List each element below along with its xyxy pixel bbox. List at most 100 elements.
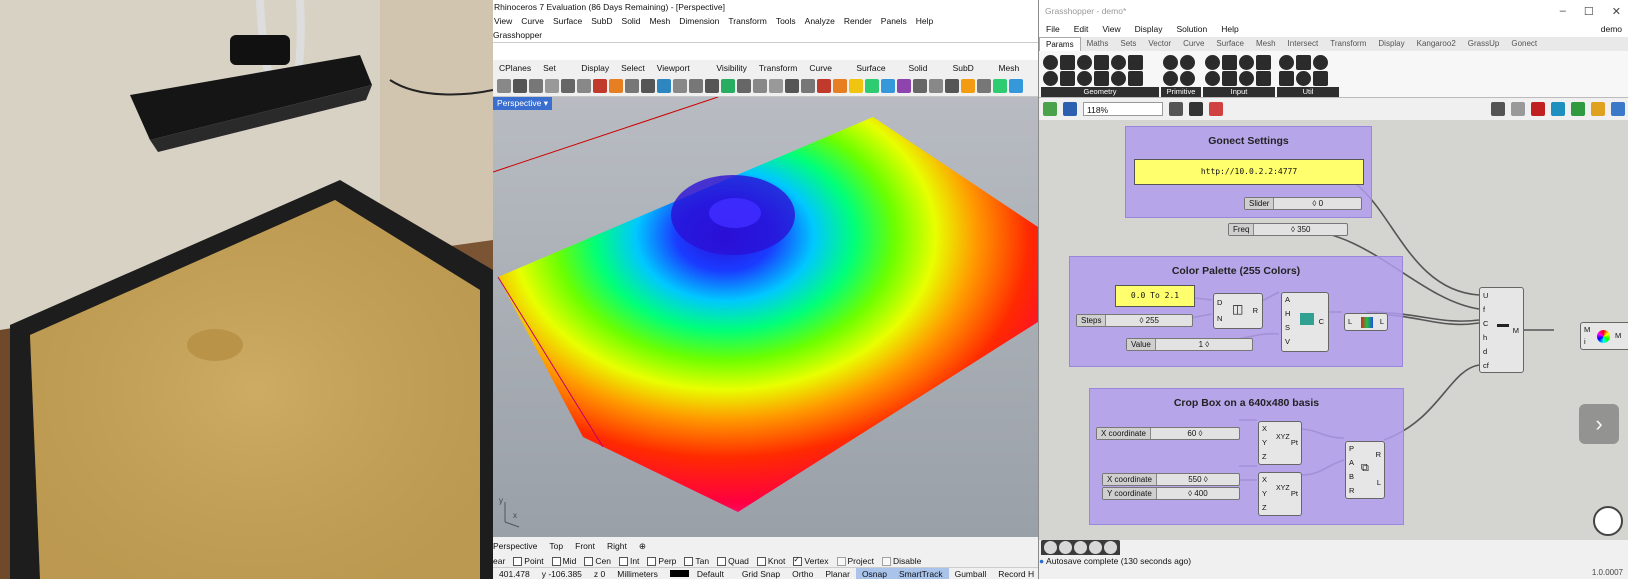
hsv-color-component[interactable]: A H S V C (1281, 292, 1329, 352)
param-icon[interactable] (1043, 71, 1058, 86)
construct-point-component-2[interactable]: X Y Z Pt XYZ (1258, 472, 1302, 516)
rhino-tool-icon[interactable] (673, 79, 687, 93)
rhino-tool-icon[interactable] (657, 79, 671, 93)
rhino-tool-icon[interactable] (721, 79, 735, 93)
menu-curve[interactable]: Curve (521, 14, 544, 28)
param-icon[interactable] (1205, 71, 1220, 86)
gh-tab-intersect[interactable]: Intersect (1282, 37, 1325, 51)
menu-render[interactable]: Render (844, 14, 872, 28)
tab-visibility[interactable]: Visibility (710, 60, 753, 76)
rhino-tool-icon[interactable] (785, 79, 799, 93)
checkbox[interactable] (717, 556, 727, 566)
param-icon[interactable] (1279, 55, 1294, 70)
menu-view[interactable]: View (494, 14, 512, 28)
rhino-tool-icon[interactable] (865, 79, 879, 93)
rhino-tool-icon[interactable] (817, 79, 831, 93)
rhino-tool-icon[interactable] (593, 79, 607, 93)
menu-transform[interactable]: Transform (728, 14, 766, 28)
menu-analyze[interactable]: Analyze (805, 14, 835, 28)
param-icon[interactable] (1313, 71, 1328, 86)
menu-mesh[interactable]: Mesh (649, 14, 670, 28)
tab-transform[interactable]: Transform (753, 60, 803, 76)
units[interactable]: Millimeters (611, 568, 664, 579)
param-icon[interactable] (1296, 71, 1311, 86)
gh-tab-vector[interactable]: Vector (1142, 37, 1177, 51)
cluster-icon[interactable] (1089, 541, 1102, 554)
rhino-tool-icon[interactable] (689, 79, 703, 93)
menu-dimension[interactable]: Dimension (679, 14, 719, 28)
tab-solid-tools[interactable]: Solid Tools (903, 60, 947, 89)
wire-icon[interactable] (1104, 541, 1117, 554)
url-panel[interactable]: http://10.0.2.2:4777 (1134, 159, 1364, 185)
cancel-icon[interactable] (1044, 541, 1057, 554)
gh-tab-params[interactable]: Params (1039, 37, 1081, 51)
checkbox[interactable] (684, 556, 694, 566)
tab-curve-tools[interactable]: Curve Tools (803, 60, 850, 89)
gh-tab-gonect[interactable]: Gonect (1505, 37, 1543, 51)
checkbox[interactable] (647, 556, 657, 566)
save-file-icon[interactable] (1063, 102, 1077, 116)
param-icon[interactable] (1239, 55, 1254, 70)
status-record-history[interactable]: Record H (992, 568, 1038, 579)
param-icon[interactable] (1163, 55, 1178, 70)
document-name[interactable]: demo (1601, 22, 1622, 37)
param-icon[interactable] (1060, 55, 1075, 70)
rhino-tool-icon[interactable] (737, 79, 751, 93)
gh-menu-display[interactable]: Display (1135, 22, 1163, 37)
group-crop-box[interactable]: Crop Box on a 640x480 basis X coordinate… (1089, 388, 1404, 525)
gh-tab-kangaroo2[interactable]: Kangaroo2 (1411, 37, 1462, 51)
param-icon[interactable] (1077, 71, 1092, 86)
menu-surface[interactable]: Surface (553, 14, 582, 28)
tab-viewport-layout[interactable]: Viewport Layout (651, 60, 711, 89)
mesh-display-icon[interactable] (1571, 102, 1585, 116)
compass-icon[interactable] (1593, 506, 1623, 536)
param-icon[interactable] (1128, 71, 1143, 86)
menu-help[interactable]: Help (916, 14, 933, 28)
layer-indicator[interactable]: Default (664, 568, 736, 579)
mesh-color-component[interactable]: M i M (1580, 322, 1628, 350)
gh-canvas[interactable]: Gonect Settings http://10.0.2.2:4777 Sli… (1039, 120, 1628, 540)
status-ortho[interactable]: Ortho (786, 568, 819, 579)
param-icon[interactable] (1043, 55, 1058, 70)
sketch-icon[interactable] (1169, 102, 1183, 116)
tab-mesh-tools[interactable]: Mesh Tools (992, 60, 1038, 89)
param-icon[interactable] (1128, 55, 1143, 70)
param-icon[interactable] (1279, 71, 1294, 86)
zoom-dropdown[interactable]: 118% (1083, 102, 1163, 116)
next-arrow-button[interactable]: › (1579, 404, 1619, 444)
osnap-project[interactable]: Project (836, 555, 874, 567)
globe-icon[interactable] (1611, 102, 1625, 116)
rhino-tool-icon[interactable] (513, 79, 527, 93)
osnap-quad[interactable]: Quad (717, 555, 749, 567)
maximize-icon[interactable]: ☐ (1584, 5, 1594, 18)
command-input[interactable] (493, 43, 1038, 61)
tab-surface-tools[interactable]: Surface Tools (850, 60, 902, 89)
checkbox[interactable] (756, 556, 766, 566)
param-icon[interactable] (1180, 55, 1195, 70)
param-icon[interactable] (1256, 55, 1271, 70)
status-osnap[interactable]: Osnap (855, 568, 893, 579)
param-icon[interactable] (1239, 71, 1254, 86)
menu-tools[interactable]: Tools (776, 14, 796, 28)
add-viewport-icon[interactable]: ⊕ (639, 540, 646, 553)
rhino-tool-icon[interactable] (705, 79, 719, 93)
checkbox[interactable] (513, 556, 523, 566)
rhino-tool-icon[interactable] (961, 79, 975, 93)
rhino-tool-icon[interactable] (753, 79, 767, 93)
gh-tab-maths[interactable]: Maths (1081, 37, 1115, 51)
group-gonect-settings[interactable]: Gonect Settings http://10.0.2.2:4777 Sli… (1125, 126, 1372, 218)
rhino-tool-icon[interactable] (497, 79, 511, 93)
rhino-tool-icon[interactable] (945, 79, 959, 93)
tab-cplanes[interactable]: CPlanes (493, 60, 537, 76)
shaded-preview-icon[interactable] (1531, 102, 1545, 116)
rhino-tool-icon[interactable] (769, 79, 783, 93)
rhino-tool-icon[interactable] (993, 79, 1007, 93)
gradient-component[interactable]: L L (1344, 313, 1388, 331)
param-icon[interactable] (1094, 71, 1109, 86)
osnap-point[interactable]: Point (513, 555, 544, 567)
checkbox[interactable] (551, 556, 561, 566)
vp-tab-top[interactable]: Top (549, 540, 563, 553)
param-icon[interactable] (1111, 55, 1126, 70)
osnap-disable[interactable]: Disable (881, 555, 921, 567)
checkbox[interactable] (881, 556, 891, 566)
